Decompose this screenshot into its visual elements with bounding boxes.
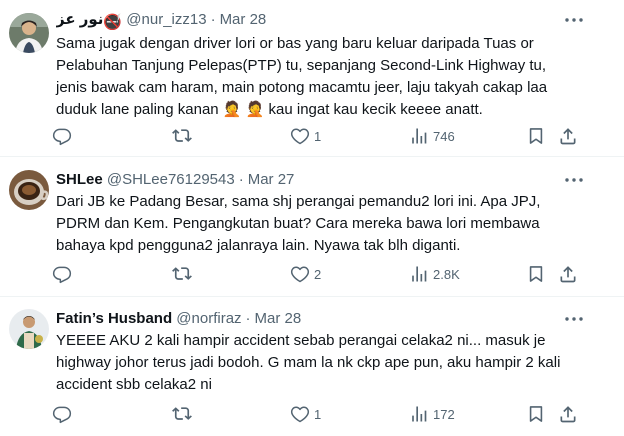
views-icon bbox=[412, 128, 427, 144]
bookmark-button[interactable] bbox=[526, 402, 546, 426]
more-icon[interactable] bbox=[564, 10, 584, 30]
tweet-header: نور عز🚭 @nur_izz13 · Mar 28 bbox=[56, 10, 584, 30]
retweet-button[interactable] bbox=[172, 124, 196, 148]
tweet-header: SHLee @SHLee76129543 · Mar 27 bbox=[56, 170, 584, 190]
separator-dot: · bbox=[238, 171, 244, 188]
action-bar: 2 2.8K bbox=[52, 262, 592, 286]
share-button[interactable] bbox=[558, 402, 578, 426]
more-icon[interactable] bbox=[564, 170, 584, 190]
no-smoking-emoji: 🚭 bbox=[103, 14, 123, 30]
reply-icon bbox=[52, 128, 72, 146]
tweet-date[interactable]: Mar 27 bbox=[248, 171, 295, 188]
reply-button[interactable] bbox=[52, 262, 76, 286]
tweet-date[interactable]: Mar 28 bbox=[255, 310, 302, 327]
tweet-text-line: jenis bawak cam haram, main potong macam… bbox=[56, 79, 548, 96]
share-icon bbox=[560, 406, 576, 423]
like-button[interactable]: 2 bbox=[290, 262, 321, 286]
retweet-icon bbox=[172, 129, 192, 142]
reply-icon bbox=[52, 266, 72, 284]
share-icon bbox=[560, 128, 576, 145]
tweet-text-line: bahaya kpd pengguna2 jalanraya lain. Nya… bbox=[56, 237, 461, 254]
display-name[interactable]: SHLee bbox=[56, 171, 103, 188]
share-button[interactable] bbox=[558, 124, 578, 148]
tweet-header: Fatin’s Husband @norfiraz · Mar 28 bbox=[56, 309, 584, 329]
views-count: 2.8K bbox=[433, 266, 460, 282]
tweet-text-line: Sama jugak dengan driver lori or bas yan… bbox=[56, 35, 534, 52]
views-button[interactable]: 2.8K bbox=[409, 262, 460, 286]
retweet-button[interactable] bbox=[172, 402, 196, 426]
separator-dot: · bbox=[210, 11, 216, 28]
bookmark-button[interactable] bbox=[526, 124, 546, 148]
user-handle[interactable]: @norfiraz bbox=[176, 310, 241, 327]
views-count: 746 bbox=[433, 128, 455, 144]
retweet-icon bbox=[172, 267, 192, 280]
facepalm-emoji: 🤦 🤦 bbox=[222, 101, 265, 118]
retweet-icon bbox=[172, 407, 192, 420]
like-count: 1 bbox=[314, 128, 322, 144]
separator-dot: · bbox=[245, 310, 251, 327]
tweet[interactable]: Fatin’s Husband @norfiraz · Mar 28 YEEEE A… bbox=[0, 297, 624, 436]
avatar[interactable] bbox=[9, 309, 49, 349]
tweet-text: Sama jugak dengan driver lori or bas yan… bbox=[56, 33, 596, 121]
views-icon bbox=[412, 266, 427, 282]
tweet-text-line: PDRM dan Kem. Pengangkutan buat? Cara me… bbox=[56, 215, 540, 232]
more-icon[interactable] bbox=[564, 309, 584, 329]
views-button[interactable]: 172 bbox=[409, 402, 455, 426]
tweet-text-line: Dari JB ke Padang Besar, sama shj perang… bbox=[56, 193, 541, 210]
like-icon bbox=[290, 406, 310, 423]
action-bar: 1 172 bbox=[52, 402, 592, 426]
tweet-text: YEEEE AKU 2 kali hampir accident sebab p… bbox=[56, 330, 596, 396]
share-button[interactable] bbox=[558, 262, 578, 286]
tweet-text: Dari JB ke Padang Besar, sama shj perang… bbox=[56, 191, 596, 257]
bookmark-icon bbox=[529, 406, 543, 422]
like-button[interactable]: 1 bbox=[290, 402, 321, 426]
avatar[interactable] bbox=[9, 170, 49, 210]
tweet[interactable]: نور عز🚭 @nur_izz13 · Mar 28 Sama jugak den… bbox=[0, 0, 624, 157]
reply-icon bbox=[52, 406, 72, 424]
share-icon bbox=[560, 266, 576, 283]
action-bar: 1 746 bbox=[52, 124, 592, 148]
display-name[interactable]: Fatin’s Husband bbox=[56, 310, 172, 327]
tweet-text-line: duduk lane paling kanan 🤦 🤦 kau ingat ka… bbox=[56, 99, 596, 121]
tweet[interactable]: SHLee @SHLee76129543 · Mar 27 Dari JB ke P… bbox=[0, 157, 624, 297]
like-icon bbox=[290, 266, 310, 283]
retweet-button[interactable] bbox=[172, 262, 196, 286]
like-count: 1 bbox=[314, 406, 322, 422]
like-button[interactable]: 1 bbox=[290, 124, 321, 148]
avatar[interactable] bbox=[9, 13, 49, 53]
bookmark-button[interactable] bbox=[526, 262, 546, 286]
user-handle[interactable]: @nur_izz13 bbox=[126, 11, 206, 28]
tweet-text-line: Pelabuhan Tanjung Pelepas(PTP) tu, sepan… bbox=[56, 57, 547, 74]
display-name[interactable]: نور عز🚭 bbox=[56, 11, 123, 30]
tweet-text-line: YEEEE AKU 2 kali hampir accident sebab p… bbox=[56, 332, 546, 349]
views-button[interactable]: 746 bbox=[409, 124, 455, 148]
like-icon bbox=[290, 128, 310, 145]
user-handle[interactable]: @SHLee76129543 bbox=[107, 171, 235, 188]
reply-button[interactable] bbox=[52, 402, 76, 426]
reply-button[interactable] bbox=[52, 124, 76, 148]
tweet-date[interactable]: Mar 28 bbox=[220, 11, 267, 28]
views-icon bbox=[412, 406, 427, 422]
views-count: 172 bbox=[433, 406, 455, 422]
tweet-text-segment: kau ingat kau kecik keeee anatt. bbox=[268, 101, 483, 118]
tweet-text-line: accident sbb celaka2 ni bbox=[56, 376, 212, 393]
tweet-text-segment: duduk lane paling kanan bbox=[56, 101, 219, 118]
tweet-text-line: highway johor terus jadi bodoh. G mam la… bbox=[56, 354, 561, 371]
bookmark-icon bbox=[529, 128, 543, 144]
bookmark-icon bbox=[529, 266, 543, 282]
like-count: 2 bbox=[314, 266, 322, 282]
